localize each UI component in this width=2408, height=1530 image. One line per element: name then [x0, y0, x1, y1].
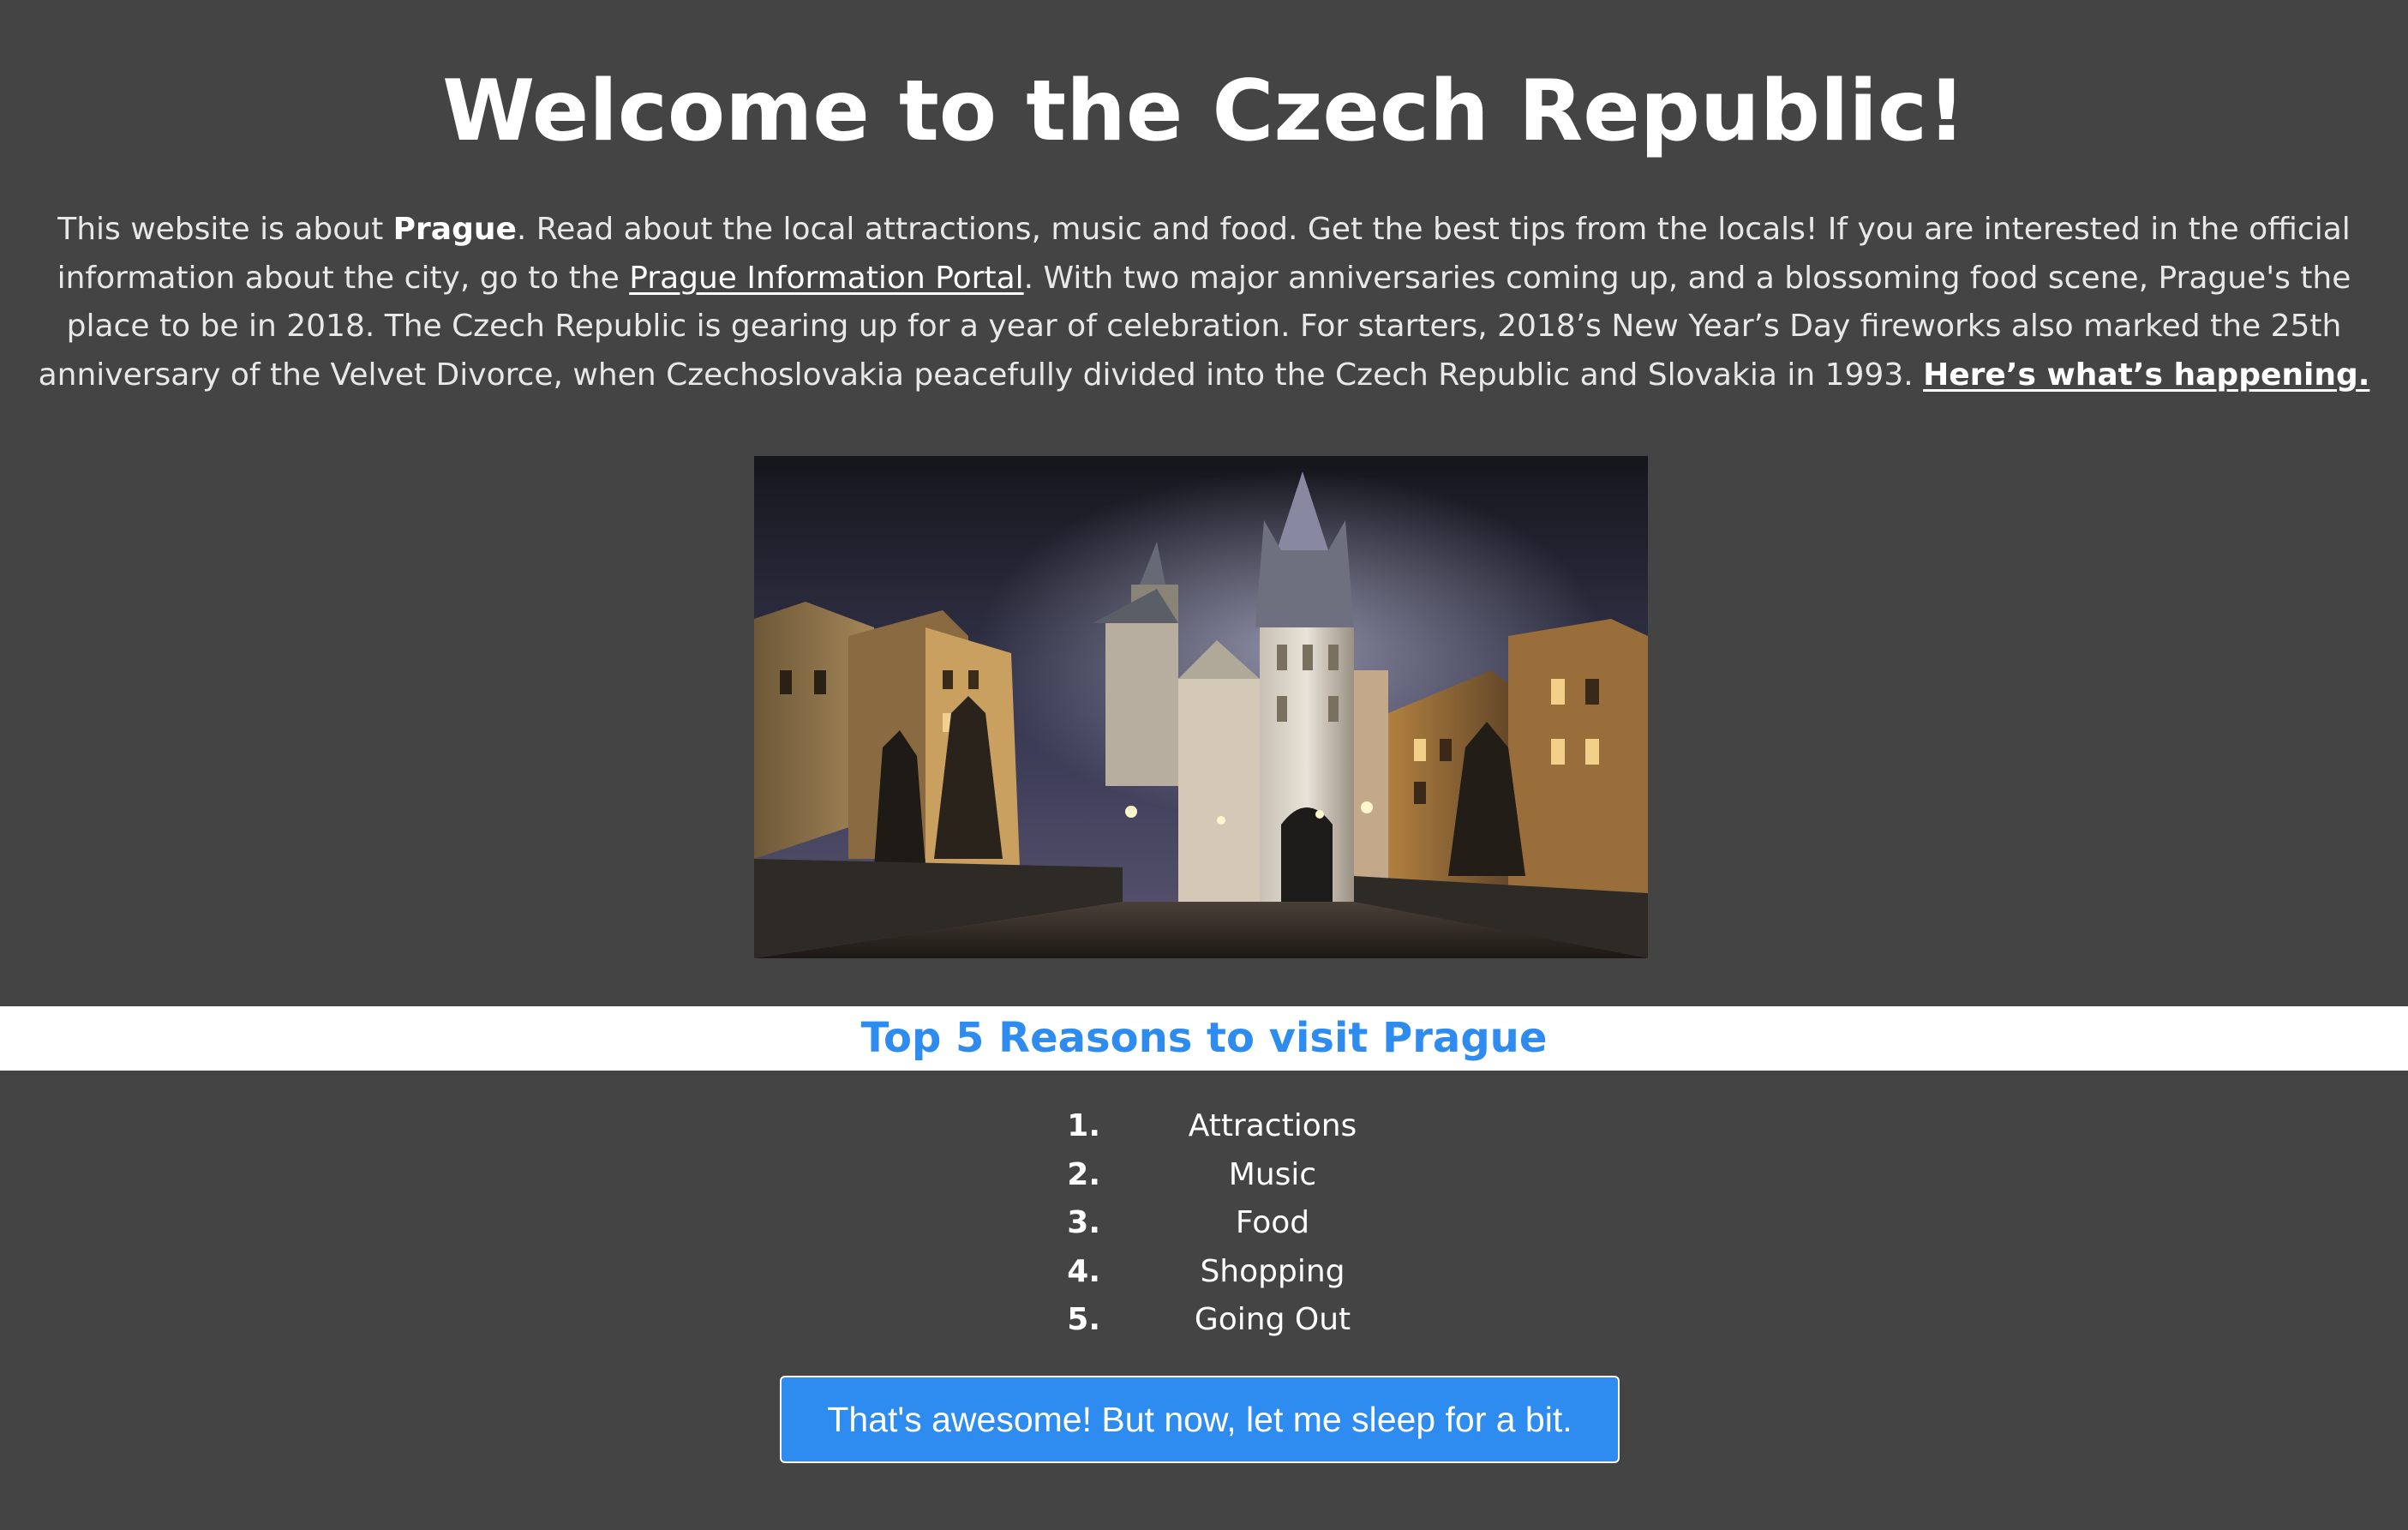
- reasons-list: 1. Attractions 2. Music 3. Food 4. Shopp…: [1028, 1102, 1380, 1345]
- list-item-number: 4.: [1067, 1253, 1100, 1289]
- list-item: 5. Going Out: [1028, 1296, 1380, 1345]
- prague-portal-link[interactable]: Prague Information Portal: [629, 261, 1023, 296]
- list-item-label: Shopping: [1200, 1253, 1345, 1289]
- list-item-number: 2.: [1067, 1156, 1100, 1192]
- list-item: 4. Shopping: [1028, 1248, 1380, 1297]
- reasons-title: Top 5 Reasons to visit Prague: [860, 1014, 1548, 1062]
- list-item-number: 5.: [1067, 1302, 1100, 1337]
- reasons-heading-bar: Top 5 Reasons to visit Prague: [0, 1006, 2408, 1071]
- happening-link[interactable]: Here’s what’s happening.: [1923, 357, 2369, 393]
- intro-city: Prague: [392, 212, 517, 247]
- intro-text-1: This website is about: [57, 212, 393, 247]
- list-item-label: Going Out: [1194, 1302, 1351, 1337]
- list-item-number: 3.: [1067, 1205, 1100, 1240]
- list-item: 1. Attractions: [1028, 1102, 1380, 1151]
- list-item-label: Music: [1228, 1156, 1317, 1192]
- page-title: Welcome to the Czech Republic!: [442, 63, 1966, 160]
- intro-paragraph: This website is about Prague. Read about…: [15, 206, 2393, 399]
- hero-image: [754, 456, 1648, 958]
- list-item: 2. Music: [1028, 1151, 1380, 1200]
- sleep-button[interactable]: That's awesome! But now, let me sleep fo…: [780, 1376, 1620, 1463]
- list-item-number: 1.: [1067, 1108, 1100, 1143]
- list-item: 3. Food: [1028, 1199, 1380, 1248]
- list-item-label: Attractions: [1188, 1108, 1357, 1143]
- list-item-label: Food: [1235, 1205, 1310, 1240]
